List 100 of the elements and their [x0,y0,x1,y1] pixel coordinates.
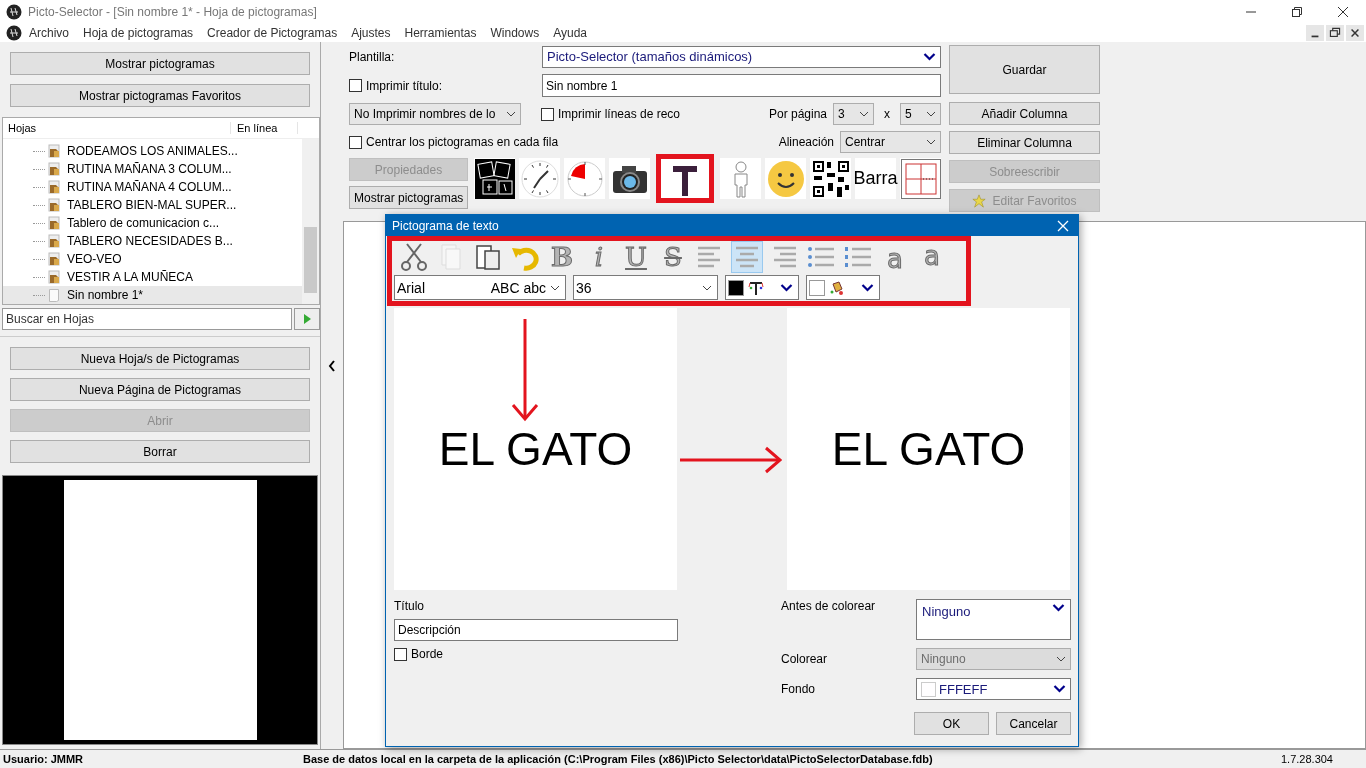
sheet-icon [47,198,61,212]
cut-button[interactable] [398,241,430,273]
checkbox[interactable] [349,135,362,149]
photos-icon [474,158,515,199]
sheet-icon [47,162,61,176]
field-label: Alineación [778,135,834,149]
times-sign: x [884,107,890,121]
search-field[interactable]: Buscar en Hojas [2,308,292,330]
sheet-icon [47,234,61,248]
column-header[interactable]: En línea [231,122,298,134]
close-icon[interactable] [1057,219,1069,232]
rows-dropdown[interactable]: 3 [833,103,874,125]
app-logo-icon [6,25,22,41]
tree-item[interactable]: VESTIR A LA MUÑECA [3,268,302,286]
settings-button[interactable]: Mostrar pictogramas [349,186,468,209]
checkbox[interactable] [394,647,407,661]
checkbox[interactable] [349,79,362,92]
tool-tile[interactable] [900,158,941,199]
tool-tile[interactable] [519,158,560,199]
tool-tile[interactable] [765,158,806,199]
tree-item[interactable]: RUTINA MAÑANA 4 COLUM... [3,178,302,196]
fill-color-picker[interactable] [806,275,880,300]
field-label: Título [394,599,425,613]
tree-item[interactable]: TABLERO BIEN-MAL SUPER... [3,196,302,214]
smiley-icon [765,158,806,199]
sheet-icon [47,252,61,266]
tree-item[interactable]: RODEAMOS LOS ANIMALES... [3,142,302,160]
names-dropdown[interactable]: No Imprimir nombres de lo [349,103,521,125]
field-label: Por página [768,107,827,121]
restore-icon[interactable] [1326,25,1344,41]
close-icon[interactable] [1346,25,1364,41]
window-title: Picto-Selector - [Sin nombre 1* - Hoja de pictogramas] [28,5,317,19]
title-field[interactable]: Sin nombre 1 [542,74,941,97]
star-icon [972,193,987,208]
side-button[interactable]: Eliminar Columna [949,131,1100,154]
sheet-icon [47,270,61,284]
tool-tile[interactable]: Barra [855,158,896,199]
field-label: Colorear [781,652,828,666]
collapse-chevron-icon[interactable] [328,359,336,372]
tool-tile[interactable] [720,158,761,199]
status-database: Base de datos local en la carpeta de la aplicación (C:\Program Files (x86)\Picto Selector\data\PictoSelectorDatabase.fdb) [303,753,934,765]
template-dropdown[interactable]: Picto-Selector (tamaños dinámicos) [542,45,941,68]
grid-icon [900,158,941,199]
field-label: Plantilla: [349,49,396,64]
font-dropdown[interactable]: Arial ABC abc [394,275,566,300]
color-swatch [921,681,936,697]
menu-item[interactable]: Windows [483,26,547,40]
menu-item[interactable]: Creador de Pictogramas [200,26,345,40]
paint-bucket-icon [829,279,845,296]
menu-item[interactable]: Herramientas [397,26,484,40]
tree-item[interactable]: Sin nombre 1* [3,286,302,304]
dialog-title: Pictograma de texto [392,218,499,233]
tool-tile[interactable] [474,158,515,199]
source-text: EL GATO [438,422,633,476]
sheet-icon [47,180,61,194]
checkbox-label: Imprimir líneas de reco [558,107,681,121]
panel-button[interactable]: Nueva Página de Pictogramas [10,378,310,401]
tree-item[interactable]: RUTINA MAÑANA 3 COLUM... [3,160,302,178]
dialog-button[interactable]: Cancelar [996,712,1071,735]
panel-button[interactable]: Borrar [10,440,310,463]
tool-tile[interactable] [564,158,605,199]
tree-item[interactable]: VEO-VEO [3,250,302,268]
background-color-dropdown[interactable]: FFFEFF [916,678,1071,700]
panel-button[interactable]: Mostrar pictogramas Favoritos [10,84,310,107]
tree-item[interactable]: Tablero de comunicacion c... [3,214,302,232]
side-button[interactable]: Guardar [949,45,1100,94]
sheet-icon [47,216,61,230]
side-button[interactable]: Añadir Columna [949,102,1100,125]
qr-code-icon [810,158,851,199]
sheet-icon [47,144,61,158]
menu-item[interactable]: Archivo [22,26,76,40]
column-header[interactable]: Hojas [3,122,231,134]
app-logo-icon [6,4,22,20]
checkbox[interactable] [541,107,554,121]
menu-item[interactable]: Hoja de pictogramas [76,26,201,40]
menu-item[interactable]: Ayuda [546,26,595,40]
columns-dropdown[interactable]: 5 [900,103,941,125]
text-color-picker[interactable] [725,275,799,300]
font-size-dropdown[interactable]: 36 [573,275,718,300]
tree-item[interactable]: TABLERO NECESIDADES B... [3,232,302,250]
panel-button[interactable]: Mostrar pictogramas [10,52,310,75]
tool-tile[interactable] [810,158,851,199]
checkbox-label: Borde [411,647,444,661]
field-label: Antes de colorear [781,599,876,613]
text-color-icon [748,279,764,296]
panel-button[interactable]: Nueva Hoja/s de Pictogramas [10,347,310,370]
scrollbar[interactable] [302,139,319,304]
clock-icon [519,158,560,199]
status-user: Usuario: JMMR [2,753,85,765]
tool-tile[interactable] [609,158,650,199]
search-go-button[interactable] [294,308,320,330]
checkbox-label: Centrar los pictogramas en cada fila [366,135,559,149]
dialog-button[interactable]: OK [914,712,989,735]
checkbox-label: Imprimir título: [366,78,442,93]
before-coloring-dropdown[interactable]: Ninguno [916,599,1071,640]
title-field[interactable]: Descripción [394,619,678,641]
menu-item[interactable]: Ajustes [344,26,398,40]
alignment-dropdown[interactable]: Centrar [840,131,941,153]
timer-icon [564,158,605,199]
status-version: 1.7.28.304 [1281,753,1334,765]
